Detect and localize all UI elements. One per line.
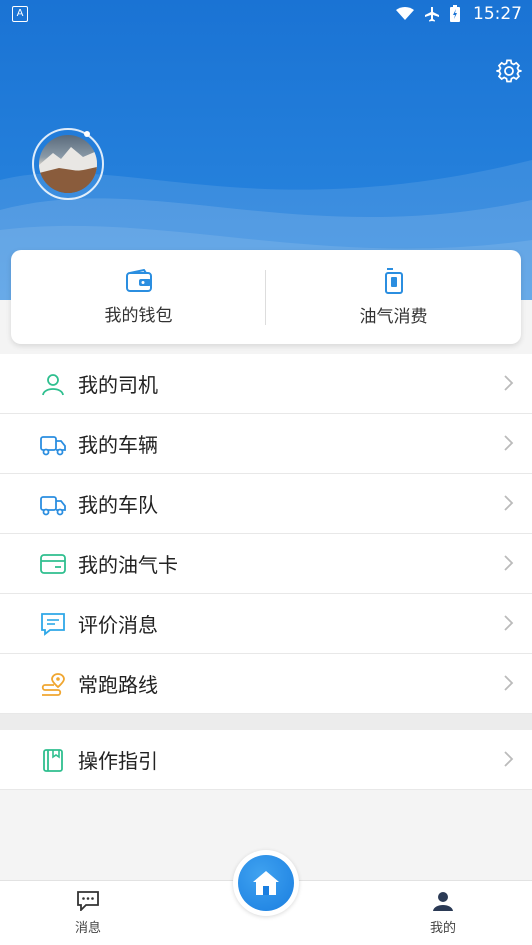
menu-label: 评价消息 <box>78 613 158 637</box>
home-icon <box>253 871 279 895</box>
menu-label: 我的车辆 <box>78 433 158 457</box>
chevron-right-icon <box>504 495 514 511</box>
menu-item-guide[interactable]: 操作指引 <box>0 730 532 790</box>
airplane-icon <box>425 6 439 21</box>
chevron-right-icon <box>504 675 514 691</box>
gear-icon[interactable] <box>496 58 522 84</box>
home-button[interactable] <box>233 850 299 916</box>
chevron-right-icon <box>504 435 514 451</box>
truck-icon <box>40 436 66 456</box>
menu-item-routes[interactable]: 常跑路线 <box>0 654 532 714</box>
menu-item-reviews[interactable]: 评价消息 <box>0 594 532 654</box>
menu-label: 我的车队 <box>78 493 158 517</box>
message-icon <box>41 613 65 636</box>
quick-actions-card: 我的钱包 油气消费 <box>11 250 521 344</box>
fuel-label: 油气消费 <box>359 306 428 327</box>
menu-label: 操作指引 <box>78 749 158 773</box>
avatar[interactable] <box>32 128 104 200</box>
guide-book-icon <box>43 749 63 772</box>
tab-mine-label: 我的 <box>429 921 456 936</box>
menu-item-drivers[interactable]: 我的司机 <box>0 354 532 414</box>
fuel-icon <box>384 267 403 294</box>
wallet-action[interactable]: 我的钱包 <box>11 250 266 344</box>
home-button-inner <box>238 855 294 911</box>
fuel-consumption-action[interactable]: 油气消费 <box>266 250 521 344</box>
status-icons <box>396 5 460 22</box>
avatar-ring-dot <box>84 131 90 137</box>
card-divider <box>265 270 266 325</box>
driver-icon <box>42 374 64 396</box>
battery-charging-icon <box>450 5 460 22</box>
chevron-right-icon <box>504 555 514 571</box>
wallet-icon <box>125 268 152 292</box>
mountain-photo-icon <box>39 147 97 193</box>
person-icon <box>433 892 453 911</box>
menu-label: 我的司机 <box>78 373 158 397</box>
tab-mine[interactable]: 我的 <box>403 891 483 936</box>
menu-list-secondary: 操作指引 <box>0 730 532 790</box>
avatar-image <box>39 135 97 193</box>
tab-messages[interactable]: 消息 <box>48 891 128 936</box>
status-time: 15:27 <box>473 4 522 24</box>
menu-item-fleet[interactable]: 我的车队 <box>0 474 532 534</box>
chevron-right-icon <box>504 615 514 631</box>
fleet-icon <box>40 496 66 516</box>
notification-icon: A <box>12 6 28 22</box>
card-icon <box>40 554 66 574</box>
wifi-icon <box>396 6 414 20</box>
menu-item-fuel-card[interactable]: 我的油气卡 <box>0 534 532 594</box>
route-icon <box>41 673 65 696</box>
menu-item-vehicles[interactable]: 我的车辆 <box>0 414 532 474</box>
tab-messages-label: 消息 <box>74 921 101 936</box>
section-gap <box>0 714 532 730</box>
menu-label: 我的油气卡 <box>78 553 178 577</box>
menu-label: 常跑路线 <box>78 673 158 697</box>
chat-bubble-icon <box>77 891 99 913</box>
menu-list: 我的司机 我的车辆 我的车队 我的油气卡 评价消息 常跑路线 <box>0 354 532 714</box>
chevron-right-icon <box>504 751 514 767</box>
chevron-right-icon <box>504 375 514 391</box>
wallet-label: 我的钱包 <box>104 305 173 326</box>
status-bar: A 15:27 <box>0 0 532 30</box>
